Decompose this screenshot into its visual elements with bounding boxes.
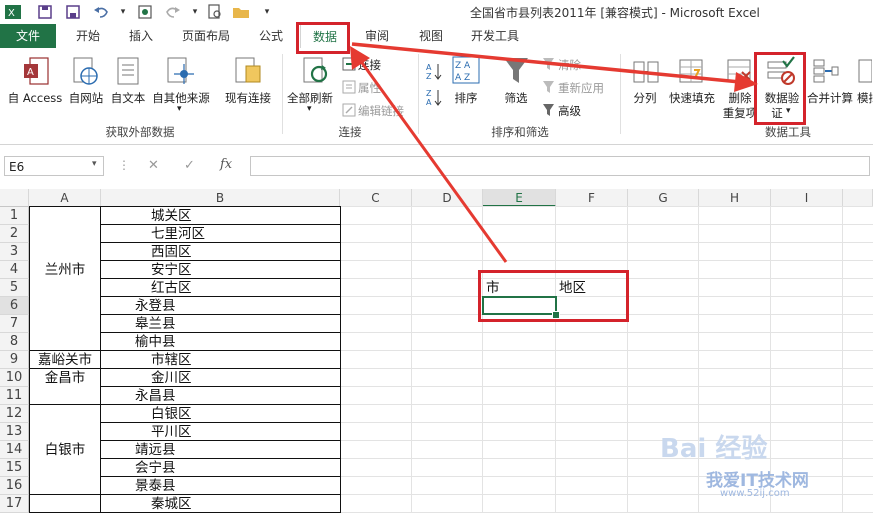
annotation-arrows xyxy=(350,42,758,263)
